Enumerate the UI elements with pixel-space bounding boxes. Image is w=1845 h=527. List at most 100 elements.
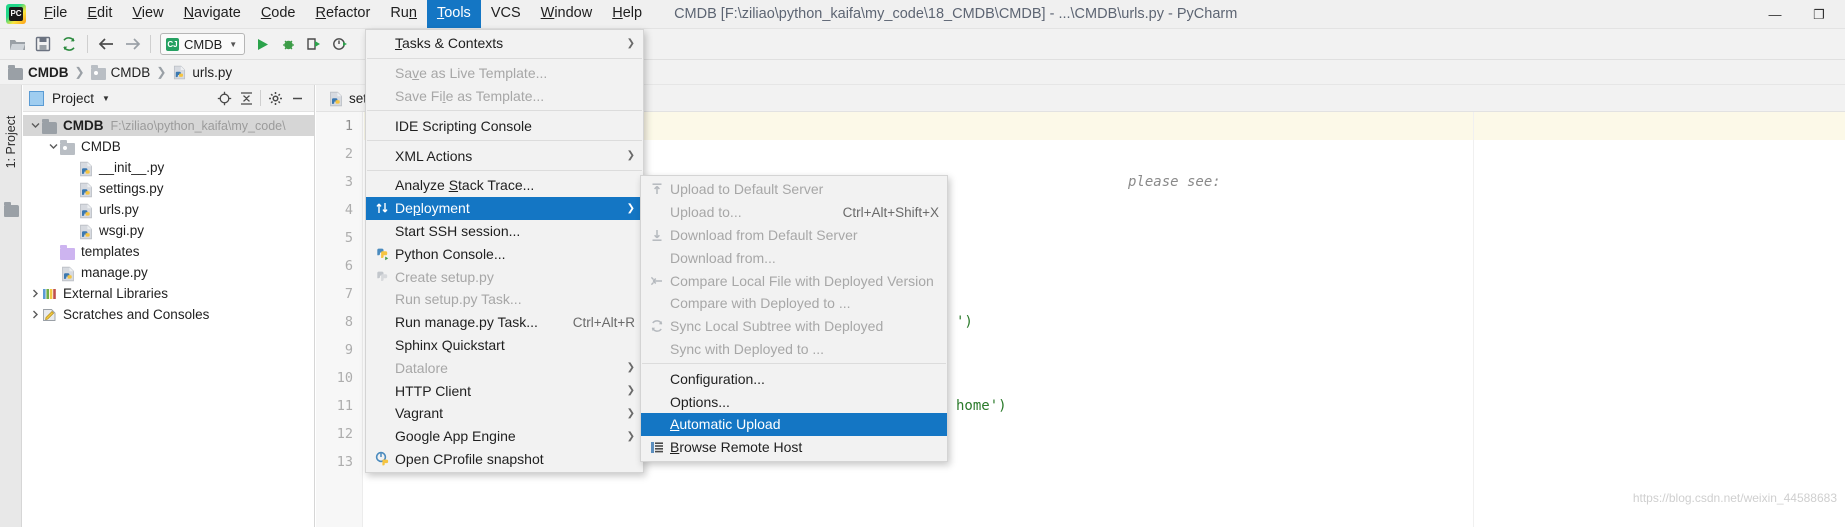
tools-menu-item-ide-scripting-console[interactable]: IDE Scripting Console	[366, 114, 643, 137]
menu-view[interactable]: View	[122, 0, 173, 28]
tools-menu-item-save-as-live-template: Save as Live Template...	[366, 62, 643, 85]
chevron-right-icon[interactable]	[29, 287, 42, 300]
chevron-down-icon[interactable]	[47, 140, 60, 153]
menu-run[interactable]: Run	[380, 0, 427, 28]
open-folder-icon[interactable]	[4, 31, 30, 57]
chevron-down-icon[interactable]	[29, 119, 42, 132]
tree-item-settings-py[interactable]: settings.py	[23, 178, 314, 199]
tools-menu-item-google-app-engine[interactable]: Google App Engine ❯	[366, 425, 643, 448]
tool-window-bar-left[interactable]: 1: Project	[0, 85, 22, 527]
menu-refactor[interactable]: Refactor	[306, 0, 381, 28]
forward-arrow-icon[interactable]	[119, 31, 145, 57]
sync-refresh-icon[interactable]	[56, 31, 82, 57]
run-icon[interactable]	[249, 31, 275, 57]
tree-item-label: settings.py	[99, 181, 164, 196]
pycharm-logo-icon: PC	[6, 4, 26, 24]
minimize-icon[interactable]	[286, 87, 308, 109]
menu-edit[interactable]: Edit	[77, 0, 122, 28]
tree-item-external-libraries[interactable]: External Libraries	[23, 283, 314, 304]
menu-icon-placeholder	[647, 204, 667, 220]
tree-item-manage-py[interactable]: manage.py	[23, 262, 314, 283]
tools-menu-item-open-cprofile-snapshot[interactable]: Open CProfile snapshot	[366, 448, 643, 471]
line-number[interactable]: 9	[316, 336, 362, 364]
breadcrumb-label: CMDB	[110, 64, 151, 80]
collapse-all-icon[interactable]	[235, 87, 257, 109]
tree-item--init-py[interactable]: __init__.py	[23, 157, 314, 178]
breadcrumb-item-cmdb[interactable]: CMDB	[8, 65, 69, 80]
profile-icon[interactable]	[327, 31, 353, 57]
deployment-menu-item-browse-remote-host[interactable]: Browse Remote Host	[641, 436, 947, 459]
deployment-menu-item-download-from: Download from...	[641, 246, 947, 269]
line-number[interactable]: 10	[316, 364, 362, 392]
maximize-button[interactable]: ❐	[1797, 0, 1841, 29]
tools-menu-item-run-manage-py-task[interactable]: Run manage.py Task... Ctrl+Alt+R	[366, 311, 643, 334]
deployment-submenu-popup[interactable]: Upload to Default Server Upload to... Ctrl…	[640, 175, 948, 462]
line-number[interactable]: 5	[316, 224, 362, 252]
debug-icon[interactable]	[275, 31, 301, 57]
tools-menu-item-tasks-contexts[interactable]: Tasks & Contexts ❯	[366, 32, 643, 55]
menu-tools[interactable]: Tools	[426, 0, 481, 28]
tools-menu-item-create-setup-py: Create setup.py	[366, 265, 643, 288]
tools-menu-item-xml-actions[interactable]: XML Actions ❯	[366, 144, 643, 167]
toolbar-divider	[87, 35, 88, 53]
gear-icon[interactable]	[264, 87, 286, 109]
sidebar-item-project[interactable]: 1: Project	[4, 109, 18, 175]
tools-menu-popup[interactable]: Tasks & Contexts ❯ Save as Live Template..…	[365, 29, 644, 474]
run-configuration-selector[interactable]: CJ CMDB ▼	[160, 33, 246, 55]
menu-help[interactable]: Help	[602, 0, 652, 28]
run-with-coverage-icon[interactable]	[301, 31, 327, 57]
project-tree[interactable]: CMDB F:\ziliao\python_kaifa\my_code\ CMDB _…	[23, 112, 314, 325]
deployment-menu-item-automatic-upload[interactable]: Automatic Upload	[641, 412, 947, 436]
folder-icon[interactable]	[4, 202, 19, 217]
tools-menu-item-start-ssh-session[interactable]: Start SSH session...	[366, 220, 643, 243]
menu-vcs[interactable]: VCS	[481, 0, 531, 28]
tree-item-cmdb[interactable]: CMDB	[23, 136, 314, 157]
tree-item-scratches-and-consoles[interactable]: Scratches and Consoles	[23, 304, 314, 325]
breadcrumb[interactable]: CMDB ❯ CMDB ❯ urls.py	[0, 60, 1845, 85]
python-file-icon	[78, 160, 95, 176]
tools-menu-item-http-client[interactable]: HTTP Client ❯	[366, 379, 643, 402]
breadcrumb-item-cmdb[interactable]: CMDB	[90, 64, 151, 80]
line-number[interactable]: 3	[316, 168, 362, 196]
line-number[interactable]: 7	[316, 280, 362, 308]
menu-file[interactable]: File	[34, 0, 77, 28]
deployment-menu-item-options[interactable]: Options...	[641, 390, 947, 413]
line-number[interactable]: 2	[316, 140, 362, 168]
chevron-right-icon[interactable]	[29, 308, 42, 321]
line-number[interactable]: 4	[316, 196, 362, 224]
line-number[interactable]: 8	[316, 308, 362, 336]
breadcrumb-separator: ❯	[156, 65, 167, 79]
back-arrow-icon[interactable]	[93, 31, 119, 57]
menu-code[interactable]: Code	[251, 0, 306, 28]
tools-menu-item-python-console[interactable]: Python Console...	[366, 242, 643, 265]
window-controls[interactable]: — ❐	[1753, 0, 1841, 29]
line-number[interactable]: 11	[316, 392, 362, 420]
save-all-icon[interactable]	[30, 31, 56, 57]
line-number[interactable]: 13	[316, 448, 362, 476]
minimize-button[interactable]: —	[1753, 0, 1797, 29]
chevron-down-icon[interactable]: ▼	[229, 40, 237, 49]
tools-menu-item-analyze-stack-trace[interactable]: Analyze Stack Trace...	[366, 174, 643, 197]
line-number[interactable]: 1	[316, 112, 362, 140]
main-toolbar[interactable]: CJ CMDB ▼	[0, 29, 1845, 60]
tools-menu-item-deployment[interactable]: Deployment ❯	[366, 196, 643, 220]
menu-window[interactable]: Window	[531, 0, 603, 28]
target-crosshair-icon[interactable]	[213, 87, 235, 109]
breadcrumb-item-urls-py[interactable]: urls.py	[172, 65, 232, 80]
line-number[interactable]: 6	[316, 252, 362, 280]
line-number[interactable]: 12	[316, 420, 362, 448]
tools-menu-item-vagrant[interactable]: Vagrant ❯	[366, 402, 643, 425]
tree-item-templates[interactable]: templates	[23, 241, 314, 262]
cprofile-snapshot-icon	[372, 451, 392, 467]
deployment-menu-item-configuration[interactable]: Configuration...	[641, 367, 947, 390]
chevron-down-icon[interactable]: ▼	[102, 94, 110, 103]
tree-item-urls-py[interactable]: urls.py	[23, 199, 314, 220]
tools-menu-item-sphinx-quickstart[interactable]: Sphinx Quickstart	[366, 334, 643, 357]
menu-navigate[interactable]: Navigate	[174, 0, 251, 28]
menu-bar[interactable]: File Edit View Navigate Code Refactor Run Tools…	[34, 0, 652, 29]
editor-gutter[interactable]: 1 2 3 4 5 6 7 8 9 10 11 12 13	[316, 112, 363, 527]
tools-menu-item-save-file-as-template: Save File as Template...	[366, 85, 643, 108]
tree-item-cmdb[interactable]: CMDB F:\ziliao\python_kaifa\my_code\	[23, 115, 314, 136]
tree-item-wsgi-py[interactable]: wsgi.py	[23, 220, 314, 241]
